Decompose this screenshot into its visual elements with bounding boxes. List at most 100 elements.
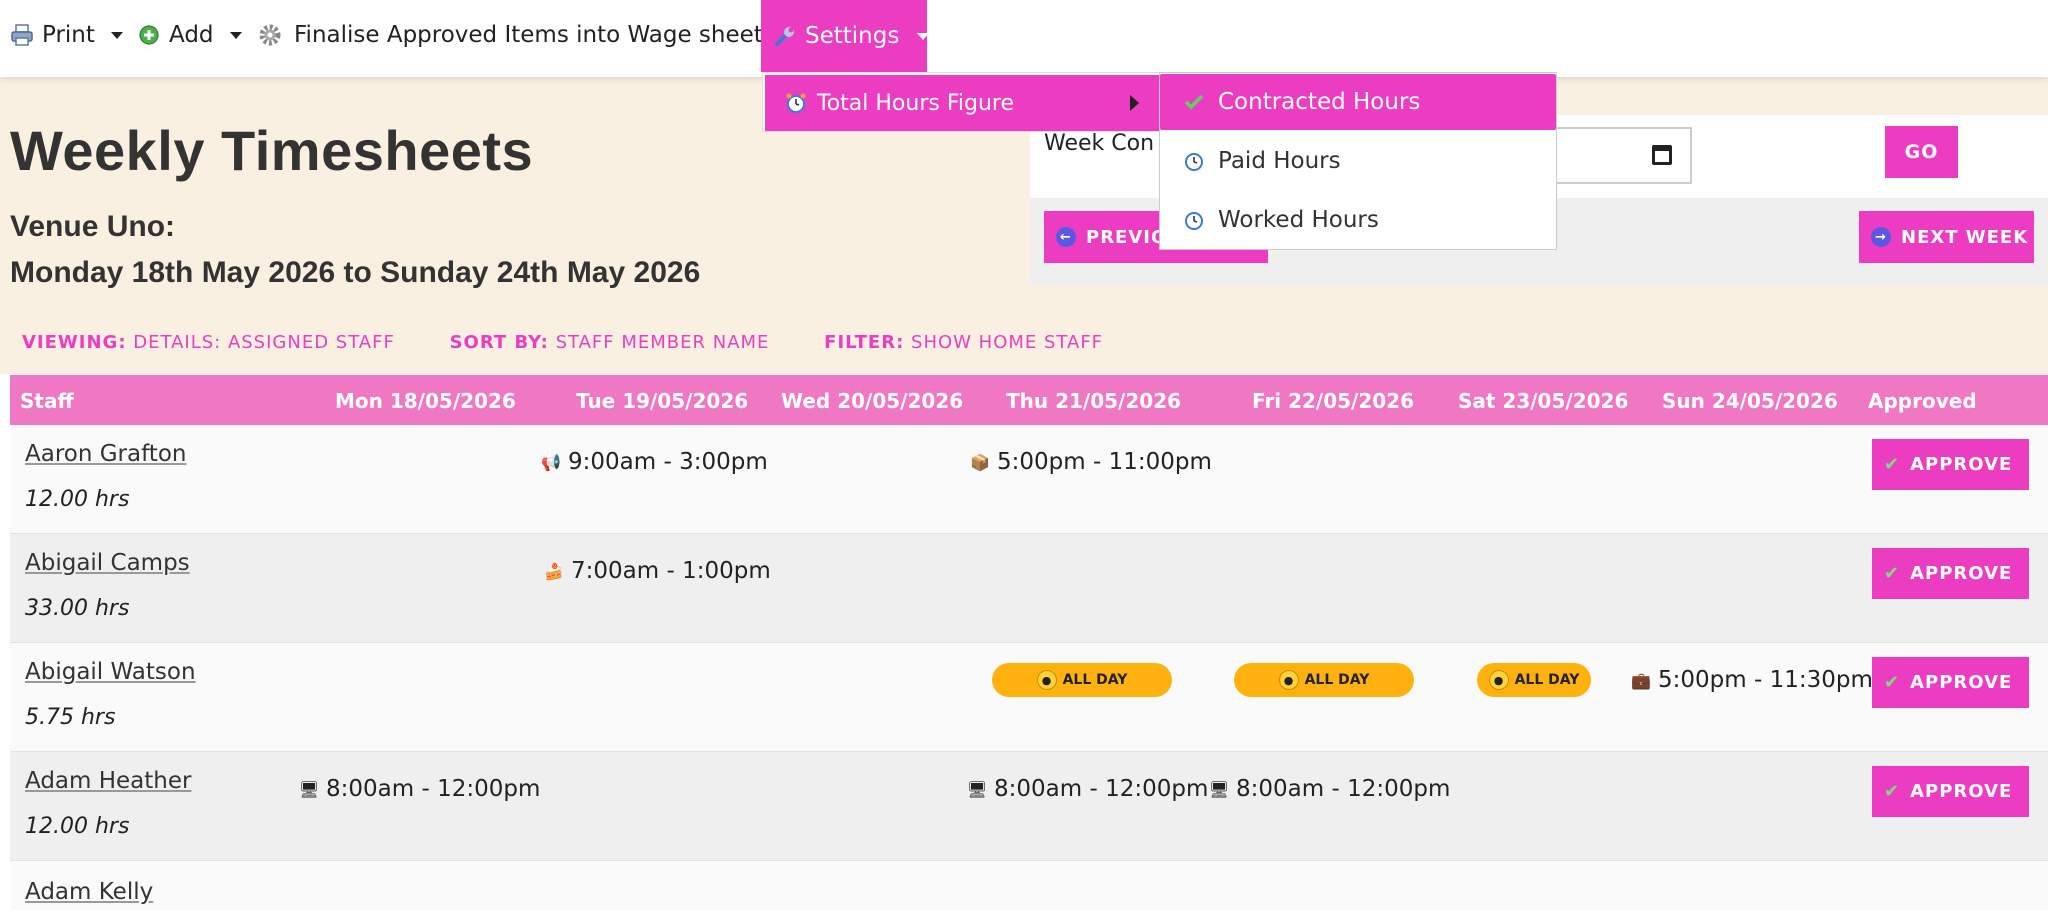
table-row: Adam Kelly [10,861,2048,910]
chevron-down-icon [229,31,242,39]
week-commencing-label: Week Con [1044,131,1155,156]
shift-time: 8:00am - 12:00pm [326,776,541,802]
show-filter[interactable]: FILTER: SHOW HOME STAFF [824,332,1103,353]
approve-button[interactable]: ✔ APPROVE [1872,548,2029,599]
column-header-thu: Thu 21/05/2026 [1006,389,1182,413]
all-day-badge[interactable]: ● ALL DAY [992,663,1172,697]
column-header-sat: Sat 23/05/2026 [1458,389,1629,413]
printer-icon [10,23,34,47]
sort-value: STAFF MEMBER NAME [555,332,770,353]
add-menu-button[interactable]: Add [137,0,242,70]
print-menu-button[interactable]: Print [10,0,123,70]
cake-icon: 🍰 [544,561,564,581]
sort-key: SORT BY: [449,332,549,353]
toolbar: Print Add Finalise Approved Items into W… [0,0,2048,77]
sunglasses-face-icon: ● [1488,670,1509,690]
sunglasses-face-icon: ● [1036,670,1057,690]
finalise-button[interactable]: Finalise Approved Items into Wage sheet [258,0,763,70]
column-header-approved: Approved [1868,389,1977,413]
venue-name: Venue Uno: [10,210,176,243]
check-icon: ✔ [1884,454,1901,475]
shift-entry[interactable]: 🖥 8:00am - 12:00pm [966,776,1209,802]
gear-icon [258,23,282,47]
submenu-item-contracted-hours[interactable]: Contracted Hours [1160,74,1556,130]
filter-key: FILTER: [824,332,905,353]
menu-item-label: Total Hours Figure [817,90,1014,116]
presentation-board-icon: 🖥 [298,779,320,799]
submenu-item-label: Contracted Hours [1218,89,1421,115]
view-filters: VIEWING: DETAILS: ASSIGNED STAFF SORT BY… [22,332,1151,353]
next-week-button[interactable]: → NEXT WEEK [1859,211,2034,263]
chevron-right-icon [1130,95,1139,111]
column-header-sun: Sun 24/05/2026 [1662,389,1838,413]
submenu-item-label: Worked Hours [1218,207,1379,233]
timesheet-table-header: Staff Mon 18/05/2026 Tue 19/05/2026 Wed … [10,375,2048,425]
submenu-item-label: Paid Hours [1218,148,1341,174]
date-range: Monday 18th May 2026 to Sunday 24th May … [10,256,701,289]
shift-time: 8:00am - 12:00pm [994,776,1209,802]
table-row: Adam Heather 12.00 hrs 🖥 8:00am - 12:00p… [10,752,2048,861]
approve-button[interactable]: ✔ APPROVE [1872,657,2029,708]
staff-hours: 5.75 hrs [25,705,116,730]
all-day-label: ALL DAY [1062,672,1128,688]
alarm-clock-icon [1182,209,1206,231]
all-day-label: ALL DAY [1514,672,1580,688]
staff-name-link[interactable]: Adam Heather [25,768,191,794]
column-header-staff: Staff [20,389,74,413]
shift-entry[interactable]: 🖥 8:00am - 12:00pm [298,776,541,802]
cash-register-icon: 📦 [970,452,990,472]
shift-entry[interactable]: 🍰 7:00am - 1:00pm [543,558,771,584]
arrow-right-icon: → [1871,227,1891,247]
staff-name-link[interactable]: Abigail Watson [25,659,196,685]
approve-label: APPROVE [1910,672,2013,693]
check-icon: ✔ [1884,781,1901,802]
approve-label: APPROVE [1910,781,2013,802]
sort-filter[interactable]: SORT BY: STAFF MEMBER NAME [450,332,770,353]
settings-menu-button[interactable]: Settings [761,0,930,72]
column-header-mon: Mon 18/05/2026 [335,389,516,413]
viewing-filter[interactable]: VIEWING: DETAILS: ASSIGNED STAFF [22,332,395,353]
submenu-item-worked-hours[interactable]: Worked Hours [1160,192,1556,248]
presentation-board-icon: 🖥 [966,779,988,799]
shift-entry[interactable]: 📢 9:00am - 3:00pm [540,449,768,475]
presentation-board-icon: 🖥 [1208,779,1230,799]
shift-entry[interactable]: 🖥 8:00am - 12:00pm [1208,776,1451,802]
shift-time: 5:00pm - 11:30pm [1658,667,1873,693]
staff-name-link[interactable]: Aaron Grafton [25,441,186,467]
briefcase-icon: 💼 [1631,670,1651,690]
staff-hours: 33.00 hrs [25,596,130,621]
approve-label: APPROVE [1910,454,2013,475]
shift-entry[interactable]: 📦 5:00pm - 11:00pm [969,449,1212,475]
shift-time: 7:00am - 1:00pm [571,558,771,584]
all-day-badge[interactable]: ● ALL DAY [1477,663,1591,697]
print-label: Print [42,22,95,48]
viewing-value: DETAILS: ASSIGNED STAFF [133,332,395,353]
calendar-icon[interactable] [1652,145,1672,165]
check-icon [1182,94,1206,110]
finalise-label: Finalise Approved Items into Wage sheet [294,22,763,48]
shift-entry[interactable]: 💼 5:00pm - 11:30pm [1630,667,1873,693]
arrow-left-icon: ← [1056,227,1076,247]
column-header-fri: Fri 22/05/2026 [1252,389,1415,413]
submenu-item-paid-hours[interactable]: Paid Hours [1160,133,1556,189]
next-week-label: NEXT WEEK [1901,226,2029,248]
menu-item-total-hours-figure[interactable]: Total Hours Figure [765,75,1159,131]
add-label: Add [169,22,214,48]
total-hours-submenu: Contracted Hours Paid Hours Worked Hours [1159,72,1557,250]
wrench-icon [773,24,797,48]
staff-name-link[interactable]: Abigail Camps [25,550,190,576]
all-day-badge[interactable]: ● ALL DAY [1234,663,1414,697]
settings-dropdown: Total Hours Figure [762,72,1160,132]
staff-name-link[interactable]: Adam Kelly [25,879,153,905]
table-row: Aaron Grafton 12.00 hrs 📢 9:00am - 3:00p… [10,425,2048,534]
approve-label: APPROVE [1910,563,2013,584]
approve-button[interactable]: ✔ APPROVE [1872,766,2029,817]
table-row: Abigail Watson 5.75 hrs ● ALL DAY ● ALL … [10,643,2048,752]
check-icon: ✔ [1884,672,1901,693]
go-button[interactable]: GO [1885,126,1958,178]
plus-circle-icon [137,23,161,47]
page-title: Weekly Timesheets [10,119,534,182]
chevron-down-icon [110,31,123,39]
check-icon: ✔ [1884,563,1901,584]
approve-button[interactable]: ✔ APPROVE [1872,439,2029,490]
